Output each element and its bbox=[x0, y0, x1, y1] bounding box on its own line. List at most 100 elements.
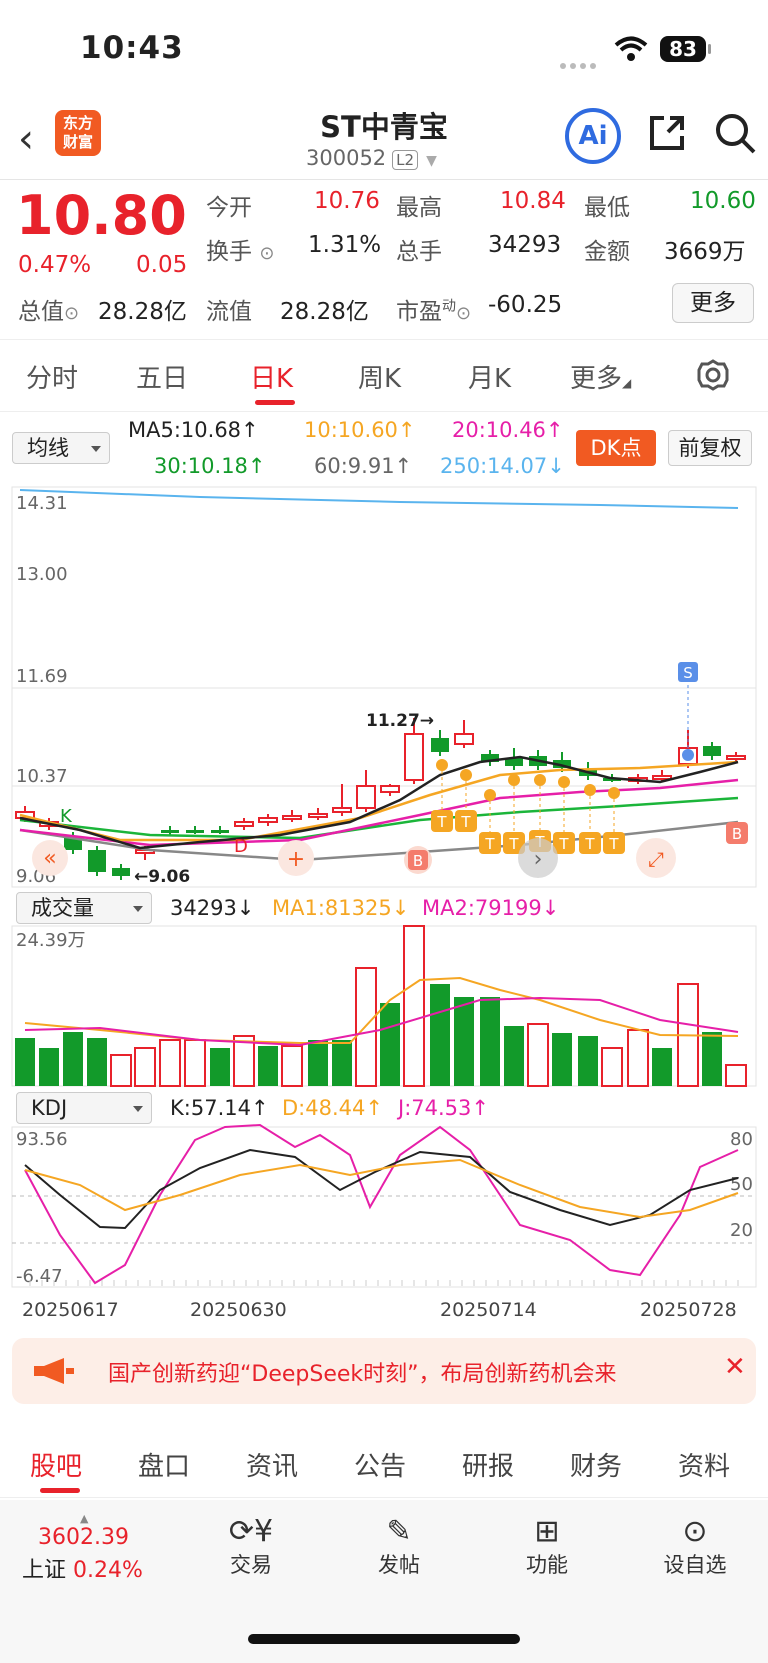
volume-value: 34293 bbox=[488, 232, 562, 258]
y-label: 10.37 bbox=[16, 766, 68, 787]
volume-bar bbox=[134, 1047, 156, 1087]
t-marker-dot bbox=[534, 774, 546, 786]
volume-bar bbox=[281, 1045, 303, 1087]
t-marker-label: T bbox=[484, 835, 495, 853]
volume-bar bbox=[552, 1033, 572, 1086]
candle-body bbox=[211, 830, 229, 833]
nav-trade[interactable]: ⟳¥ 交易 bbox=[206, 1514, 296, 1579]
volume-bar bbox=[87, 1038, 107, 1086]
volume-bar bbox=[504, 1026, 524, 1086]
volume-bar bbox=[110, 1054, 132, 1087]
mktcap-value: 28.28亿 bbox=[98, 299, 187, 325]
open-label: 今开 bbox=[206, 195, 252, 221]
tab-guba[interactable]: 股吧 bbox=[30, 1446, 82, 1483]
indicator-select[interactable]: 均线 bbox=[12, 432, 110, 464]
settings-icon[interactable] bbox=[696, 358, 730, 392]
volume-bar bbox=[159, 1039, 181, 1087]
quote-panel: 10.80 0.47% 0.05 今开 10.76 最高 10.84 最低 10… bbox=[0, 180, 768, 340]
volume-bar bbox=[184, 1039, 206, 1087]
amount-label: 金额 bbox=[584, 239, 630, 265]
home-indicator bbox=[248, 1634, 520, 1644]
more-icon: ⊙ bbox=[682, 1514, 708, 1549]
close-icon[interactable]: ✕ bbox=[724, 1352, 746, 1382]
t-marker-label: T bbox=[608, 835, 619, 853]
search-icon[interactable] bbox=[712, 110, 758, 156]
tab-announcement[interactable]: 公告 bbox=[354, 1446, 406, 1483]
change-amount: 0.05 bbox=[136, 252, 188, 278]
chart-tabs: 分时 五日 日K 周K 月K 更多◢ bbox=[0, 340, 768, 412]
adjust-button[interactable]: 前复权 bbox=[668, 430, 752, 466]
news-banner[interactable]: 国产创新药迎“DeepSeek时刻”，布局创新药机会来 ✕ bbox=[12, 1338, 756, 1404]
index-name: 上证 bbox=[22, 1558, 67, 1583]
pe-value: -60.25 bbox=[488, 292, 563, 318]
tab-pankou[interactable]: 盘口 bbox=[138, 1446, 190, 1483]
candle-body bbox=[380, 785, 400, 793]
nav-add-watchlist[interactable]: ⊙ 设自选 bbox=[650, 1514, 740, 1579]
tab-research[interactable]: 研报 bbox=[462, 1446, 514, 1483]
tab-daily-k[interactable]: 日K bbox=[250, 358, 293, 395]
volume-bar bbox=[332, 1040, 352, 1086]
change-percent: 0.47% bbox=[18, 252, 92, 278]
nav-functions[interactable]: ⊞ 功能 bbox=[502, 1514, 592, 1579]
battery-icon: 83 bbox=[660, 36, 711, 62]
info-icon: ⊙ bbox=[64, 303, 80, 324]
ma30-value: 30:10.18↑ bbox=[154, 454, 266, 478]
candle-body bbox=[703, 746, 721, 756]
t-marker-dot bbox=[460, 769, 472, 781]
share-icon[interactable] bbox=[646, 112, 688, 154]
min-price-label: ←9.06 bbox=[134, 867, 190, 887]
volume-bar bbox=[454, 997, 474, 1086]
y-label: 13.00 bbox=[16, 564, 68, 585]
y-label: 11.69 bbox=[16, 666, 68, 687]
active-tab-indicator bbox=[40, 1488, 80, 1493]
volume-bar bbox=[725, 1064, 747, 1087]
tab-five-day[interactable]: 五日 bbox=[136, 358, 188, 395]
svg-text:⤢: ⤢ bbox=[648, 847, 664, 871]
kdj-top-label: 93.56 bbox=[16, 1129, 68, 1150]
kdj-j-value: J:74.53↑ bbox=[398, 1096, 489, 1120]
t-marker-dot bbox=[508, 774, 520, 786]
dk-point-button[interactable]: DK点 bbox=[576, 430, 656, 466]
pe-label[interactable]: 市盈动⊙ bbox=[396, 292, 471, 326]
mktcap-label[interactable]: 总值⊙ bbox=[18, 292, 79, 326]
tab-weekly-k[interactable]: 周K bbox=[358, 358, 401, 395]
date-label: 20250630 bbox=[190, 1299, 287, 1321]
svg-text:«: « bbox=[43, 846, 56, 871]
volume-value: 34293↓ bbox=[170, 896, 255, 920]
candle-body bbox=[186, 830, 204, 833]
volume-bar bbox=[380, 1003, 400, 1086]
stock-code-selector[interactable]: 300052 L2 ▼ bbox=[306, 146, 437, 170]
nav-post[interactable]: ✎ 发帖 bbox=[354, 1514, 444, 1579]
more-button[interactable]: 更多 bbox=[672, 283, 754, 323]
turnover-label[interactable]: 换手 ⊙ bbox=[206, 232, 274, 266]
t-marker-label: T bbox=[558, 835, 569, 853]
tab-monthly-k[interactable]: 月K bbox=[468, 358, 511, 395]
tab-news[interactable]: 资讯 bbox=[246, 1446, 298, 1483]
candle-body bbox=[282, 815, 302, 820]
float-value: 28.28亿 bbox=[280, 299, 369, 325]
tab-profile[interactable]: 资料 bbox=[678, 1446, 730, 1483]
index-value: 3602.39 bbox=[38, 1525, 129, 1550]
volume-bar bbox=[63, 1032, 83, 1086]
ai-button[interactable]: Ai bbox=[565, 108, 621, 164]
candle-body bbox=[161, 830, 179, 833]
buy-marker: B bbox=[404, 846, 432, 874]
index-ticker[interactable]: ▲ 3602.39 上证 0.24% bbox=[22, 1512, 182, 1584]
kdj-select[interactable]: KDJ bbox=[16, 1092, 152, 1124]
tab-more[interactable]: 更多◢ bbox=[570, 358, 631, 395]
yen-icon: ⟳¥ bbox=[228, 1514, 274, 1549]
volume-bar bbox=[702, 1032, 722, 1086]
info-icon: ⊙ bbox=[259, 243, 275, 264]
tab-intraday[interactable]: 分时 bbox=[26, 358, 78, 395]
high-label: 最高 bbox=[396, 195, 442, 221]
volume-select[interactable]: 成交量 bbox=[16, 892, 152, 924]
volume-bar bbox=[480, 997, 500, 1086]
wifi-icon bbox=[614, 36, 648, 61]
candle-body bbox=[431, 738, 449, 752]
kdj-50-label: 50 bbox=[730, 1174, 753, 1195]
volume-y-label: 24.39万 bbox=[16, 930, 86, 951]
tab-finance[interactable]: 财务 bbox=[570, 1446, 622, 1483]
volume-label: 总手 bbox=[396, 239, 442, 265]
volume-bar bbox=[39, 1048, 59, 1086]
ma60-value: 60:9.91↑ bbox=[314, 454, 413, 478]
